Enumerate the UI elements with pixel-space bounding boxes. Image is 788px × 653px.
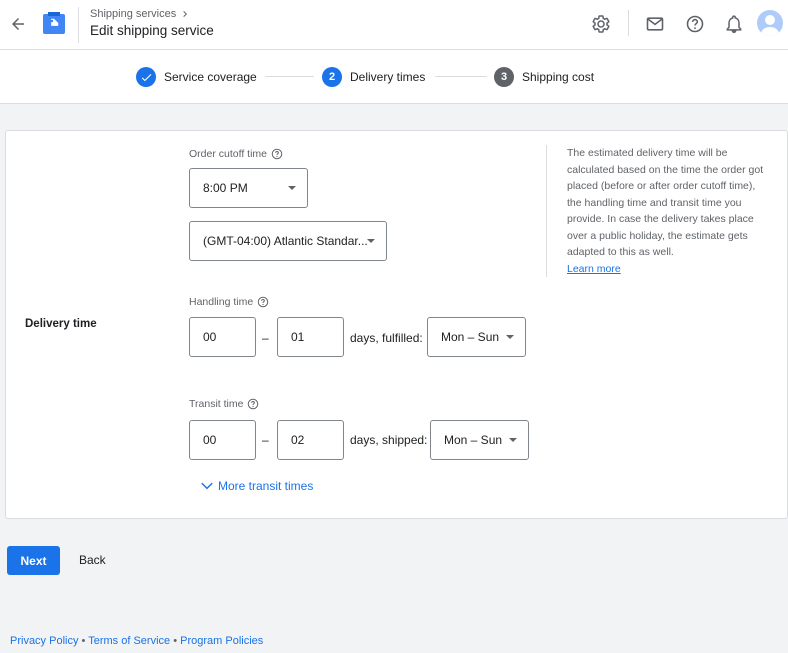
selected-value: Mon – Sun [444, 433, 503, 447]
footer-separator: • [78, 635, 89, 647]
step-label: Delivery times [350, 70, 426, 84]
handling-days-select[interactable]: Mon – Sun [427, 317, 526, 357]
header-icons-divider [628, 10, 629, 36]
selected-value: Mon – Sun [441, 330, 500, 344]
learn-more-link[interactable]: Learn more [567, 263, 621, 275]
back-button[interactable]: Back [79, 553, 106, 567]
label-text: Handling time [189, 296, 254, 308]
transit-suffix: days, shipped: [350, 433, 428, 447]
handling-max-input[interactable]: 01 [277, 317, 344, 357]
help-circle-icon[interactable] [257, 296, 269, 308]
more-transit-times-link[interactable]: More transit times [200, 479, 313, 493]
dropdown-arrow-icon [288, 186, 296, 190]
section-label: Delivery time [25, 318, 97, 330]
chevron-down-icon [201, 482, 213, 490]
breadcrumb[interactable]: Shipping services [90, 8, 191, 20]
page-title: Edit shipping service [90, 23, 214, 38]
help-circle-icon[interactable] [271, 148, 283, 160]
dropdown-arrow-icon [509, 438, 517, 442]
mail-icon[interactable] [643, 12, 667, 36]
step-label: Service coverage [164, 70, 257, 84]
transit-max-input[interactable]: 02 [277, 420, 344, 460]
handling-time-label: Handling time [189, 296, 269, 308]
order-cutoff-label: Order cutoff time [189, 148, 283, 160]
delivery-time-card: Delivery time Order cutoff time 8:00 PM … [5, 130, 788, 519]
help-icon[interactable] [683, 12, 707, 36]
info-text: The estimated delivery time will be calc… [567, 147, 764, 258]
header-divider [78, 7, 79, 43]
merchant-center-logo-icon [42, 11, 66, 35]
next-button[interactable]: Next [7, 546, 60, 575]
selected-value: (GMT-04:00) Atlantic Standar... [203, 234, 368, 248]
transit-time-label: Transit time [189, 398, 259, 410]
step-connector [435, 76, 487, 77]
step-label: Shipping cost [522, 70, 595, 84]
terms-of-service-link[interactable]: Terms of Service [88, 635, 170, 647]
help-circle-icon[interactable] [247, 398, 259, 410]
transit-days-select[interactable]: Mon – Sun [430, 420, 529, 460]
footer: Privacy Policy • Terms of Service • Prog… [10, 635, 263, 647]
check-icon [136, 67, 156, 87]
top-bar: Shipping services Edit shipping service [0, 0, 788, 50]
program-policies-link[interactable]: Program Policies [180, 635, 263, 647]
label-text: Transit time [189, 398, 244, 410]
breadcrumb-shipping-services[interactable]: Shipping services [90, 8, 176, 20]
step-delivery-times[interactable]: 2 Delivery times [322, 66, 425, 88]
timezone-select[interactable]: (GMT-04:00) Atlantic Standar... [189, 221, 387, 261]
privacy-policy-link[interactable]: Privacy Policy [10, 635, 78, 647]
info-panel: The estimated delivery time will be calc… [546, 145, 766, 277]
step-service-coverage[interactable]: Service coverage [136, 66, 257, 88]
handling-min-input[interactable]: 00 [189, 317, 256, 357]
dropdown-arrow-icon [506, 335, 514, 339]
chevron-right-icon [183, 11, 188, 17]
settings-gear-icon[interactable] [589, 12, 613, 36]
dropdown-arrow-icon [367, 239, 375, 243]
step-shipping-cost[interactable]: 3 Shipping cost [494, 66, 594, 88]
footer-separator: • [170, 635, 181, 647]
step-number: 3 [494, 67, 514, 87]
back-arrow-icon[interactable] [6, 12, 30, 36]
transit-min-input[interactable]: 00 [189, 420, 256, 460]
range-dash: – [262, 331, 269, 345]
step-number: 2 [322, 67, 342, 87]
step-connector [265, 76, 314, 77]
cutoff-time-select[interactable]: 8:00 PM [189, 168, 308, 208]
account-avatar[interactable] [757, 10, 783, 36]
notifications-bell-icon[interactable] [722, 12, 746, 36]
progress-stepper: Service coverage 2 Delivery times 3 Ship… [0, 50, 788, 104]
selected-value: 8:00 PM [203, 181, 248, 195]
handling-suffix: days, fulfilled: [350, 331, 423, 345]
range-dash: – [262, 433, 269, 447]
label-text: Order cutoff time [189, 148, 268, 160]
link-text: More transit times [218, 479, 314, 493]
